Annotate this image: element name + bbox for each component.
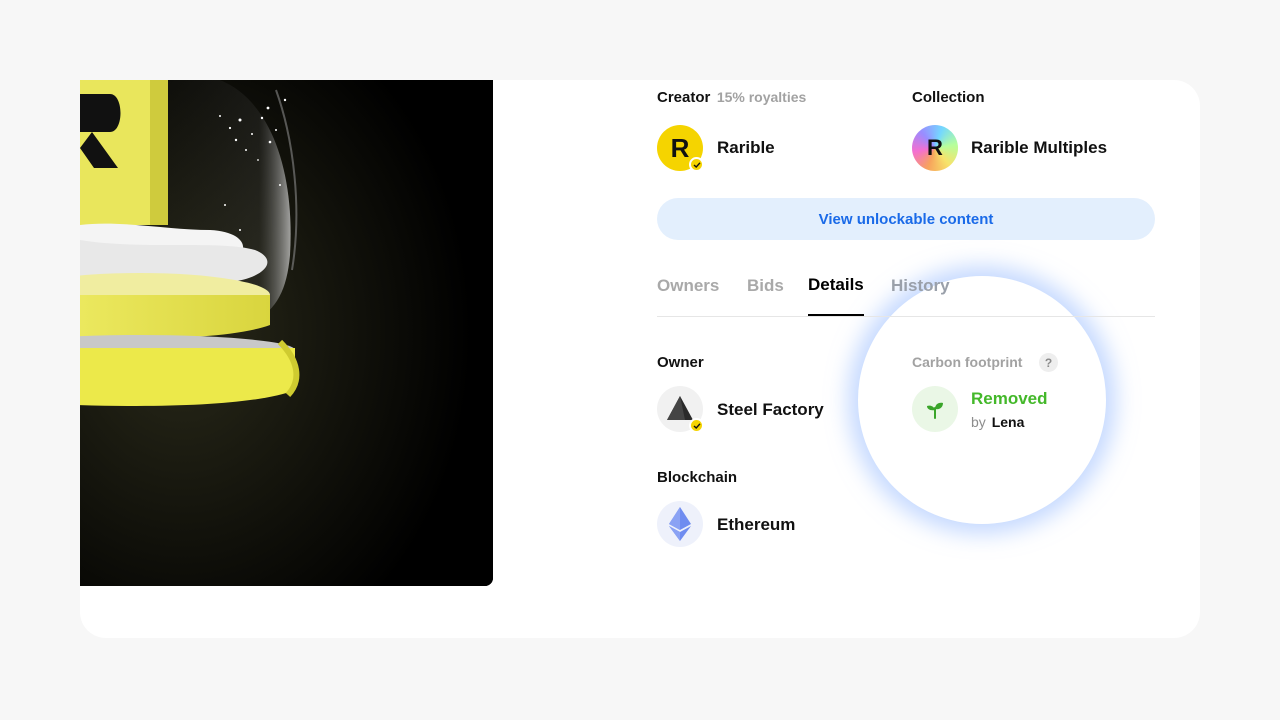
blockchain-name[interactable]: Ethereum — [717, 515, 795, 535]
snow-globe-image — [80, 80, 493, 586]
rarible-logo-icon: R — [927, 135, 943, 160]
creator-name[interactable]: Rarible — [717, 138, 775, 158]
active-tab-indicator — [808, 314, 864, 316]
creator-section: Creator 15% royalties — [657, 89, 806, 107]
royalties-text: 15% royalties — [716, 89, 807, 105]
tab-bids[interactable]: Bids — [747, 276, 784, 296]
verified-check-icon — [689, 157, 704, 172]
tab-owners[interactable]: Owners — [657, 276, 719, 296]
tabs-divider — [657, 316, 1155, 317]
view-unlockable-content-button[interactable]: View unlockable content — [657, 198, 1155, 240]
tab-details[interactable]: Details — [808, 275, 864, 295]
collection-name[interactable]: Rarible Multiples — [971, 138, 1107, 158]
carbon-avatar — [912, 386, 958, 432]
creator-avatar[interactable]: R — [657, 125, 704, 172]
owner-label: Owner — [657, 354, 704, 371]
nft-detail-card: Creator 15% royalties R Rarible Collecti… — [80, 80, 1200, 638]
carbon-by-name[interactable]: Lena — [992, 414, 1025, 430]
ethereum-icon — [669, 507, 691, 541]
by-prefix: by — [971, 414, 986, 430]
carbon-by-line: by Lena — [971, 414, 1024, 430]
blockchain-label: Blockchain — [657, 469, 738, 486]
help-icon[interactable]: ? — [1039, 353, 1058, 372]
carbon-footprint-label: Carbon footprint — [912, 354, 1023, 370]
sprout-icon — [927, 402, 943, 419]
rarible-logo-icon: R — [670, 132, 690, 163]
blockchain-avatar — [657, 501, 703, 547]
tab-history[interactable]: History — [891, 276, 950, 296]
carbon-status: Removed — [971, 389, 1048, 408]
collection-label: Collection — [912, 89, 985, 106]
creator-label: Creator — [657, 89, 711, 106]
owner-avatar[interactable] — [657, 386, 704, 433]
verified-check-icon — [689, 418, 704, 433]
nft-artwork[interactable] — [80, 80, 493, 586]
owner-name[interactable]: Steel Factory — [717, 400, 824, 420]
collection-avatar[interactable]: R — [912, 125, 958, 171]
